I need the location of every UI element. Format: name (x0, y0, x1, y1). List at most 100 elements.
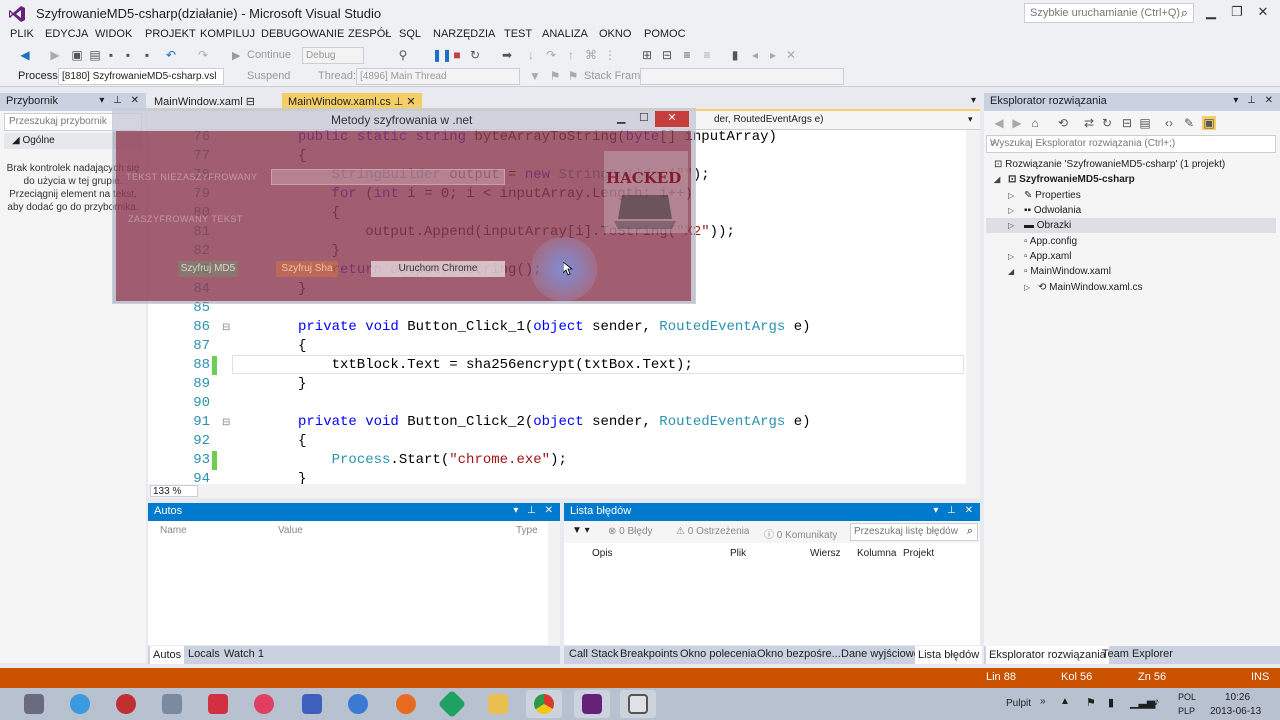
collapsed-icon[interactable]: ▷ (1008, 203, 1014, 218)
save-all-icon[interactable]: ▪ (121, 48, 135, 62)
errors-filter-button[interactable]: ⊗ 0 Błędy (608, 526, 653, 537)
tree-item-references[interactable]: ▷ ▪▪ Odwołania (1008, 203, 1081, 218)
menu-view[interactable]: WIDOK (95, 28, 132, 40)
collapse-icon[interactable]: ⊟ (222, 322, 230, 333)
taskbar-app-window[interactable] (620, 690, 656, 718)
messages-filter-button[interactable]: ⓘ 0 Komunikaty (764, 526, 837, 541)
minimize-button[interactable]: ▁ (1200, 4, 1222, 22)
taskbar-app[interactable] (16, 690, 52, 718)
taskbar-app[interactable] (108, 690, 144, 718)
taskbar-visual-studio[interactable] (574, 690, 610, 718)
back-icon[interactable]: ◀ (992, 116, 1006, 130)
collapse-icon[interactable]: ⊟ (222, 417, 230, 428)
member-dropdown[interactable]: der, RoutedEventArgs e) (714, 114, 824, 125)
bookmark-icon[interactable]: ▮ (728, 48, 742, 62)
taskbar-app[interactable] (340, 690, 376, 718)
menu-sql[interactable]: SQL (399, 28, 421, 40)
volume-icon[interactable]: ♪ (1154, 696, 1160, 708)
collapsed-icon[interactable]: ▷ (1008, 249, 1014, 264)
menu-team[interactable]: ZESPÓŁ (348, 28, 391, 40)
tree-item-project[interactable]: ◢ ⊡ SzyfrowanieMD5-csharp (994, 172, 1135, 187)
tree-item-properties[interactable]: ▷ ✎ Properties (1008, 188, 1081, 203)
sync-icon[interactable]: ⇄ (1082, 116, 1096, 130)
tab-overflow-icon[interactable]: ▾ (971, 95, 976, 106)
menu-help[interactable]: POMOC (644, 28, 686, 40)
tab-solution-explorer[interactable]: Eksplorator rozwiązania (986, 646, 1109, 664)
tab-locals[interactable]: Locals (188, 648, 220, 660)
show-next-statement-icon[interactable]: ➡ (500, 48, 514, 62)
editor-horizontal-scrollbar[interactable] (148, 484, 980, 498)
panel-controls-icon[interactable]: ▾ ⊥ ✕ (99, 95, 142, 106)
dialog-close-button[interactable]: ✕ (655, 111, 689, 127)
collapse-all-icon[interactable]: ⊟ (1120, 116, 1134, 130)
tab-breakpoints[interactable]: Breakpoints (620, 648, 678, 660)
col-column[interactable]: Kolumna (857, 548, 896, 559)
suspend-button[interactable]: Suspend (247, 70, 290, 82)
flag-icon[interactable]: ⚑ (566, 69, 580, 83)
preview-icon[interactable]: ▣ (1202, 116, 1216, 130)
pin-icon[interactable]: ⊥ (394, 96, 404, 108)
plain-text-input[interactable] (271, 169, 505, 185)
step-out-icon[interactable]: ↑ (564, 48, 578, 62)
process-dropdown[interactable]: [8180] SzyfrowanieMD5-csharp.vsl (58, 68, 224, 85)
taskbar-app[interactable] (200, 690, 236, 718)
save-icon[interactable]: ▪ (104, 48, 118, 62)
app-window-encryption-methods[interactable]: Metody szyfrowania w .net ▁ ☐ ✕ TEKST NI… (112, 108, 696, 304)
pause-icon[interactable]: ❚❚ (432, 48, 452, 62)
tab-immediate-window[interactable]: Okno bezpośre... (757, 648, 841, 660)
restore-button[interactable]: ❐ (1226, 4, 1248, 22)
undo-icon[interactable]: ↶ (164, 48, 178, 62)
home-icon[interactable]: ⌂ (1028, 116, 1042, 130)
clock-time[interactable]: 10:26 (1225, 692, 1250, 703)
language-indicator[interactable]: POL (1178, 692, 1196, 702)
quick-launch-input[interactable]: Szybkie uruchamianie (Ctrl+Q) ⌕ (1024, 3, 1194, 23)
filter-icon[interactable]: ▼ (528, 69, 542, 83)
tree-item-mainwindow-xaml[interactable]: ◢ ▫ MainWindow.xaml (1008, 264, 1111, 279)
col-file[interactable]: Plik (730, 548, 746, 559)
step-over-icon[interactable]: ↷ (544, 48, 558, 62)
open-icon[interactable]: ▤ (88, 48, 102, 62)
taskbar-app[interactable] (62, 690, 98, 718)
col-type[interactable]: Type (516, 525, 538, 536)
network-icon[interactable]: ▁▃▅ (1130, 696, 1155, 709)
col-name[interactable]: Name (160, 525, 187, 536)
stop-icon[interactable]: ■ (450, 48, 464, 62)
menu-edit[interactable]: EDYCJA (45, 28, 88, 40)
maximize-icon[interactable]: ☐ (639, 111, 649, 124)
panel-controls-icon[interactable]: ▾ ⊥ ✕ (933, 505, 976, 516)
menu-window[interactable]: OKNO (599, 28, 631, 40)
menu-analyze[interactable]: ANALIZA (542, 28, 588, 40)
properties-icon[interactable]: ✎ (1182, 116, 1196, 130)
minimize-icon[interactable]: ▁ (617, 111, 625, 124)
expanded-icon[interactable]: ◢ (994, 172, 1000, 187)
panel-controls-icon[interactable]: ▾ ⊥ ✕ (1233, 95, 1276, 106)
desktop-toolbar-label[interactable]: Pulpit (1006, 698, 1031, 709)
layout-icon[interactable]: ⊟ (660, 48, 674, 62)
error-search-input[interactable]: Przeszukaj listę błędów ⌕ (850, 523, 978, 541)
warnings-filter-button[interactable]: ⚠ 0 Ostrzeżenia (676, 526, 749, 537)
encrypt-md5-button[interactable]: Szyfruj MD5 (178, 261, 238, 277)
restart-icon[interactable]: ↻ (468, 48, 482, 62)
pin-icon[interactable]: ⊟ (246, 96, 255, 108)
close-window-button[interactable]: ✕ (1252, 4, 1274, 22)
tree-item-app-config[interactable]: ▫ App.config (1024, 234, 1077, 249)
col-value[interactable]: Value (278, 525, 303, 536)
flag-icon[interactable]: ⚑ (548, 69, 562, 83)
menu-file[interactable]: PLIK (10, 28, 34, 40)
config-dropdown[interactable]: Debug (302, 47, 364, 64)
back-icon[interactable]: ◀ (18, 48, 32, 62)
solution-explorer-search-input[interactable]: Wyszukaj Eksplorator rozwiązania (Ctrl+;… (986, 135, 1276, 153)
taskbar-app[interactable] (294, 690, 330, 718)
comment-icon[interactable]: ≡ (680, 48, 694, 62)
tree-item-mainwindow-xaml-cs[interactable]: ▷ ⟲ MainWindow.xaml.cs (1024, 280, 1143, 295)
editor-vertical-scrollbar[interactable] (966, 130, 980, 484)
tree-item-images[interactable]: ▷ ▬ Obrazki (986, 218, 1276, 233)
tray-expand-icon[interactable]: ▲ (1060, 696, 1070, 707)
encrypt-sha-button[interactable]: Szyfruj Sha (276, 261, 338, 277)
threads-icon[interactable]: ⋮ (603, 48, 617, 62)
show-all-icon[interactable]: ▤ (1138, 116, 1152, 130)
tab-team-explorer[interactable]: Team Explorer (1102, 648, 1173, 660)
keyboard-layout[interactable]: PLP (1178, 706, 1195, 716)
forward-icon[interactable]: ▶ (1010, 116, 1024, 130)
flag-icon[interactable]: ⚑ (1086, 696, 1096, 709)
